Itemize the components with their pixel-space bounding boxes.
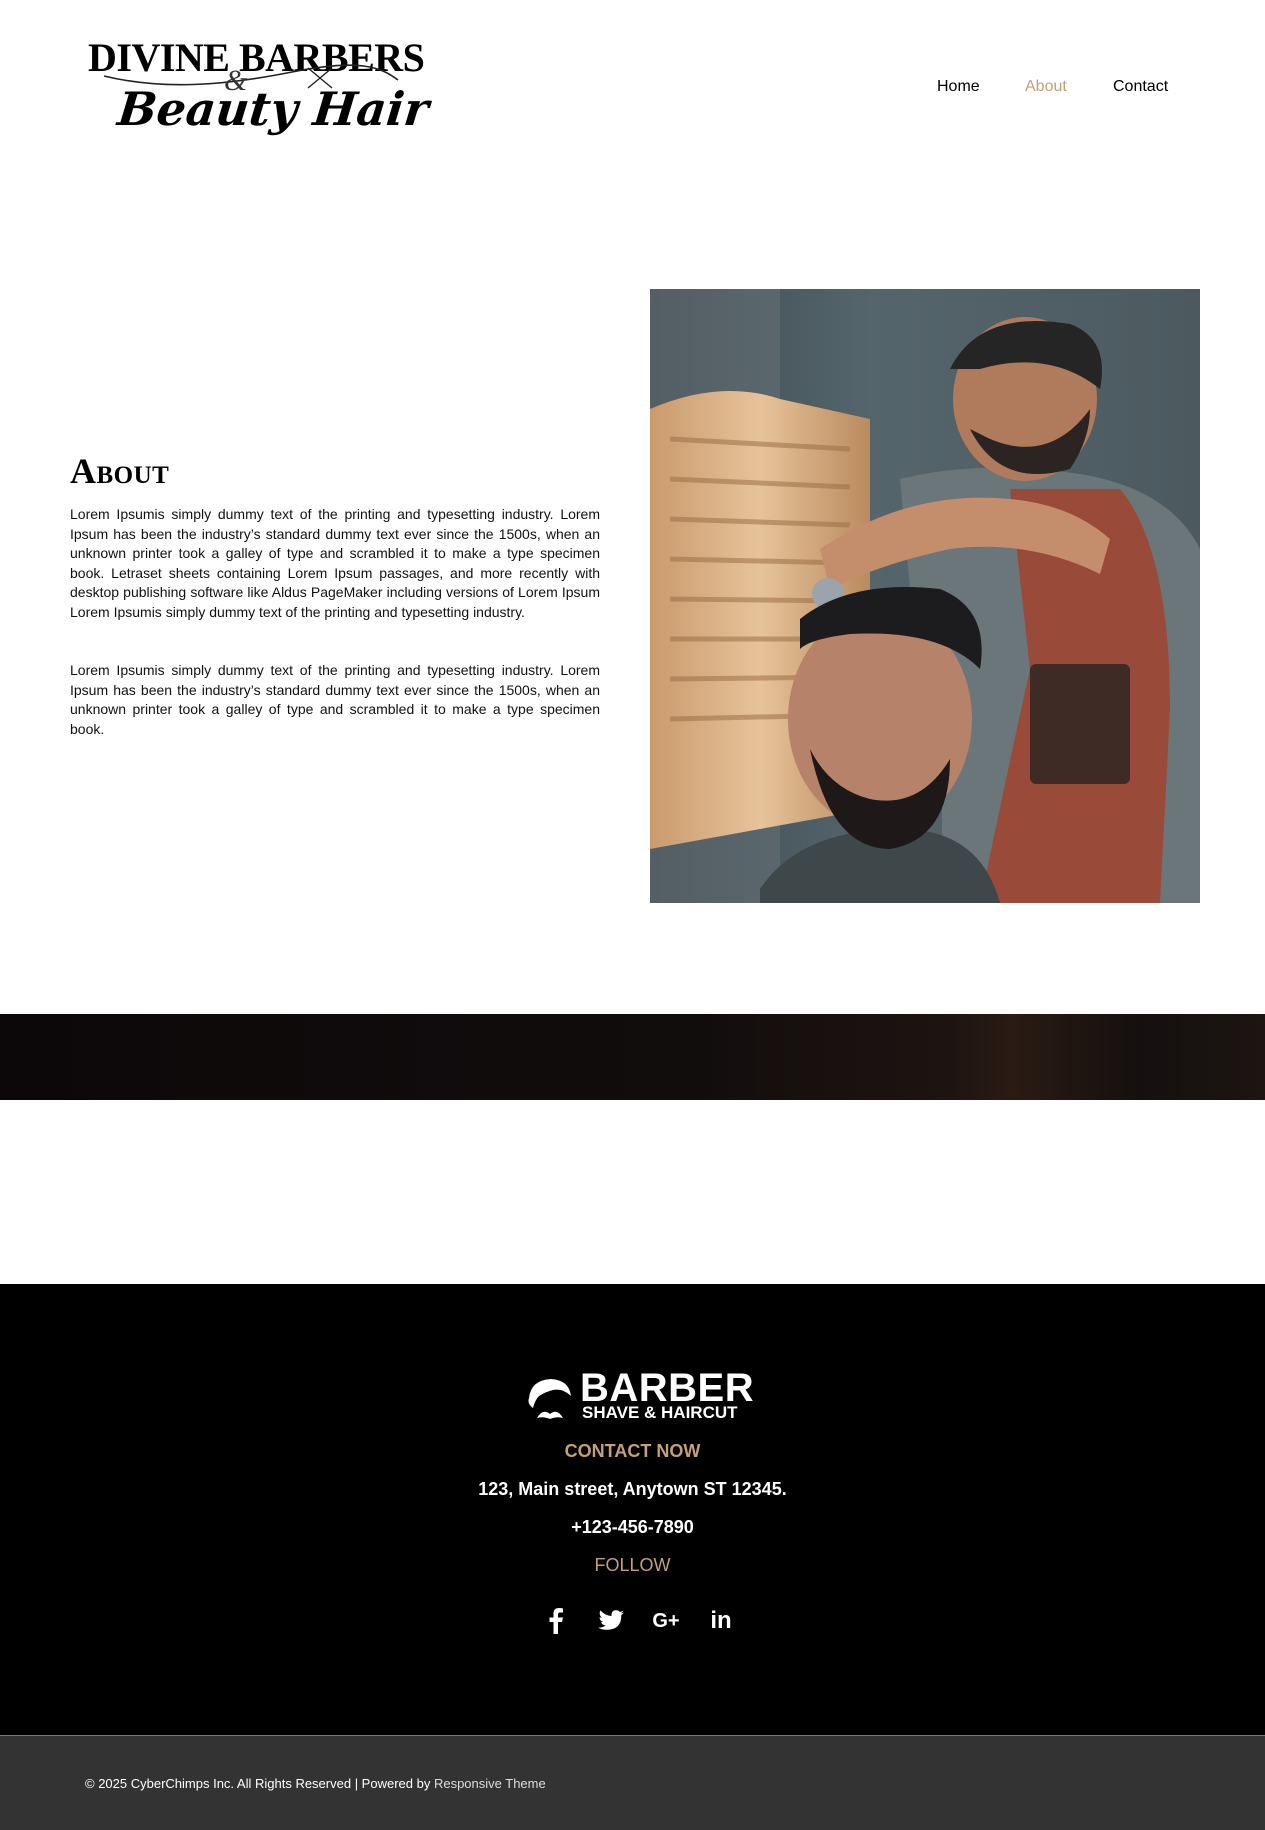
barber-photo xyxy=(650,289,1200,903)
barber-photo-illustration xyxy=(650,289,1200,903)
bottom-bar: © 2025 CyberChimps Inc. All Rights Reser… xyxy=(0,1735,1265,1830)
footer-brand-logo[interactable]: BARBER SHAVE & HAIRCUT xyxy=(525,1368,755,1424)
facebook-icon[interactable] xyxy=(540,1606,572,1636)
about-section: About Lorem Ipsumis simply dummy text of… xyxy=(0,180,1265,1014)
about-paragraph-2: Lorem Ipsumis simply dummy text of the p… xyxy=(70,662,600,737)
barber-mustache-icon xyxy=(528,1379,571,1419)
footer-address: 123, Main street, Anytown ST 12345. xyxy=(478,1479,787,1499)
decorative-band xyxy=(0,1014,1265,1100)
copyright: © 2025 CyberChimps Inc. All Rights Reser… xyxy=(85,1776,546,1791)
about-paragraph-1: Lorem Ipsumis simply dummy text of the p… xyxy=(70,506,600,620)
footer-phone[interactable]: +123-456-7890 xyxy=(0,1517,1265,1538)
copyright-text: © 2025 CyberChimps Inc. All Rights Reser… xyxy=(85,1776,434,1791)
contact-heading: CONTACT NOW xyxy=(564,1441,701,1461)
linkedin-icon[interactable]: in xyxy=(705,1606,737,1636)
google-plus-icon[interactable]: G+ xyxy=(650,1606,682,1636)
footer-brand-tagline: SHAVE & HAIRCUT xyxy=(582,1403,738,1422)
main-nav: Home About Contact xyxy=(0,78,1265,100)
nav-contact[interactable]: Contact xyxy=(1113,78,1168,96)
responsive-theme-link[interactable]: Responsive Theme xyxy=(434,1776,546,1791)
about-heading: About xyxy=(70,451,170,491)
twitter-icon[interactable] xyxy=(595,1606,627,1636)
footer-brand-name: BARBER xyxy=(580,1366,755,1410)
social-links: G+ in xyxy=(540,1606,740,1636)
follow-heading: FOLLOW xyxy=(594,1555,671,1575)
site-footer: BARBER SHAVE & HAIRCUT CONTACT NOW 123, … xyxy=(0,1284,1265,1735)
nav-about[interactable]: About xyxy=(1025,78,1067,96)
site-header: DIVINE BARBERS & Beauty Hair Home About … xyxy=(0,0,1265,180)
nav-home[interactable]: Home xyxy=(937,78,980,96)
